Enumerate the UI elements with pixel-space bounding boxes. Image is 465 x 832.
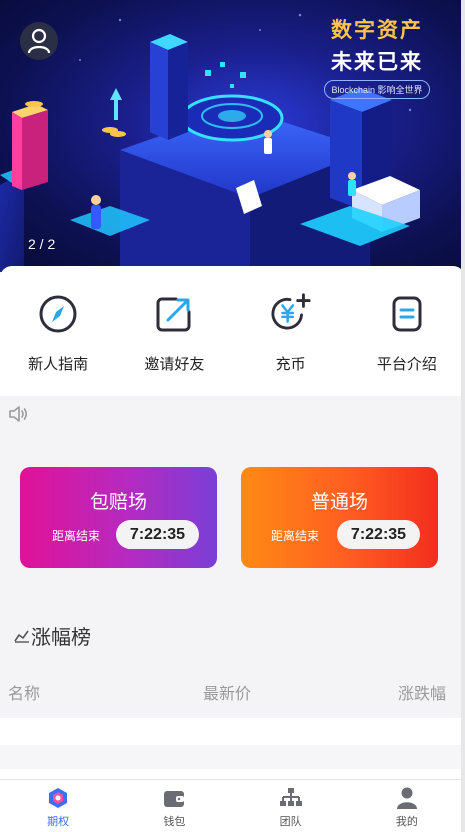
quick-action-label: 邀请好友 — [144, 356, 205, 373]
document-icon — [392, 296, 422, 332]
tab-label: 期权 — [47, 816, 70, 828]
quick-action-label: 平台介绍 — [376, 356, 437, 373]
quick-actions: 新人指南 邀请好友 充币 平台介绍 — [0, 266, 465, 396]
tab-label: 钱包 — [163, 816, 186, 828]
bottom-tab-bar: 期权 钱包 团队 我的 — [0, 779, 465, 832]
session-title: 普通场 — [310, 492, 368, 513]
tab-team[interactable]: 团队 — [233, 780, 349, 832]
quick-action-label: 新人指南 — [28, 356, 89, 373]
tab-label: 我的 — [395, 816, 418, 828]
session-card-compensation[interactable]: 包赔场 距离结束 7:22:35 — [20, 467, 217, 568]
column-latest-price: 最新价 — [203, 686, 252, 703]
quick-action-about[interactable]: 平台介绍 — [349, 266, 465, 396]
avatar-button[interactable] — [20, 22, 58, 60]
ranking-list — [0, 718, 465, 779]
session-title: 包赔场 — [89, 492, 147, 513]
carousel-pager: 2 / 2 — [28, 236, 56, 252]
wallet-icon — [164, 791, 185, 807]
share-arrow-icon — [156, 297, 191, 332]
tab-options[interactable]: 期权 — [0, 780, 116, 832]
speaker-icon — [9, 406, 28, 422]
scroll-edge — [461, 0, 465, 832]
quick-action-deposit[interactable]: 充币 — [233, 266, 349, 396]
tab-label: 团队 — [279, 816, 302, 828]
chart-icon — [14, 630, 29, 643]
session-cards: 包赔场 距离结束 7:22:35 普通场 距离结束 7:22:35 — [0, 436, 465, 606]
profile-icon — [396, 787, 417, 809]
ranking-title: 涨幅榜 — [31, 627, 91, 649]
team-icon — [279, 788, 302, 806]
session-countdown-label: 距离结束 — [52, 529, 101, 543]
gainers-ranking: 涨幅榜 名称 最新价 涨跌幅 — [0, 606, 465, 724]
yen-plus-icon — [271, 293, 311, 330]
slogan-line2: 未来已来 — [331, 51, 423, 74]
banner-carousel[interactable]: 数字资产 未来已来 Blockchain 影响全世界 2 / 2 — [0, 0, 465, 272]
session-countdown-timer: 7:22:35 — [116, 520, 199, 549]
quick-action-invite[interactable]: 邀请好友 — [116, 266, 232, 396]
user-icon — [27, 28, 51, 54]
slogan-line1: 数字资产 — [331, 19, 423, 42]
tab-mine[interactable]: 我的 — [349, 780, 465, 832]
ranking-header: 涨幅榜 — [14, 621, 91, 650]
column-name: 名称 — [8, 686, 41, 703]
session-countdown-timer: 7:22:35 — [337, 520, 420, 549]
banner-slogan: 数字资产 未来已来 Blockchain 影响全世界 — [303, 14, 451, 99]
list-placeholder — [0, 745, 465, 769]
tab-wallet[interactable]: 钱包 — [116, 780, 232, 832]
quick-action-guide[interactable]: 新人指南 — [0, 266, 116, 396]
slogan-tag: Blockchain 影响全世界 — [324, 80, 430, 99]
session-countdown-label: 距离结束 — [271, 529, 320, 543]
announcement-bar[interactable] — [0, 396, 465, 436]
compass-icon — [39, 295, 77, 333]
column-change: 涨跌幅 — [398, 686, 447, 703]
home-hex-icon — [49, 788, 68, 808]
session-card-normal[interactable]: 普通场 距离结束 7:22:35 — [241, 467, 438, 568]
quick-action-label: 充币 — [275, 356, 306, 373]
